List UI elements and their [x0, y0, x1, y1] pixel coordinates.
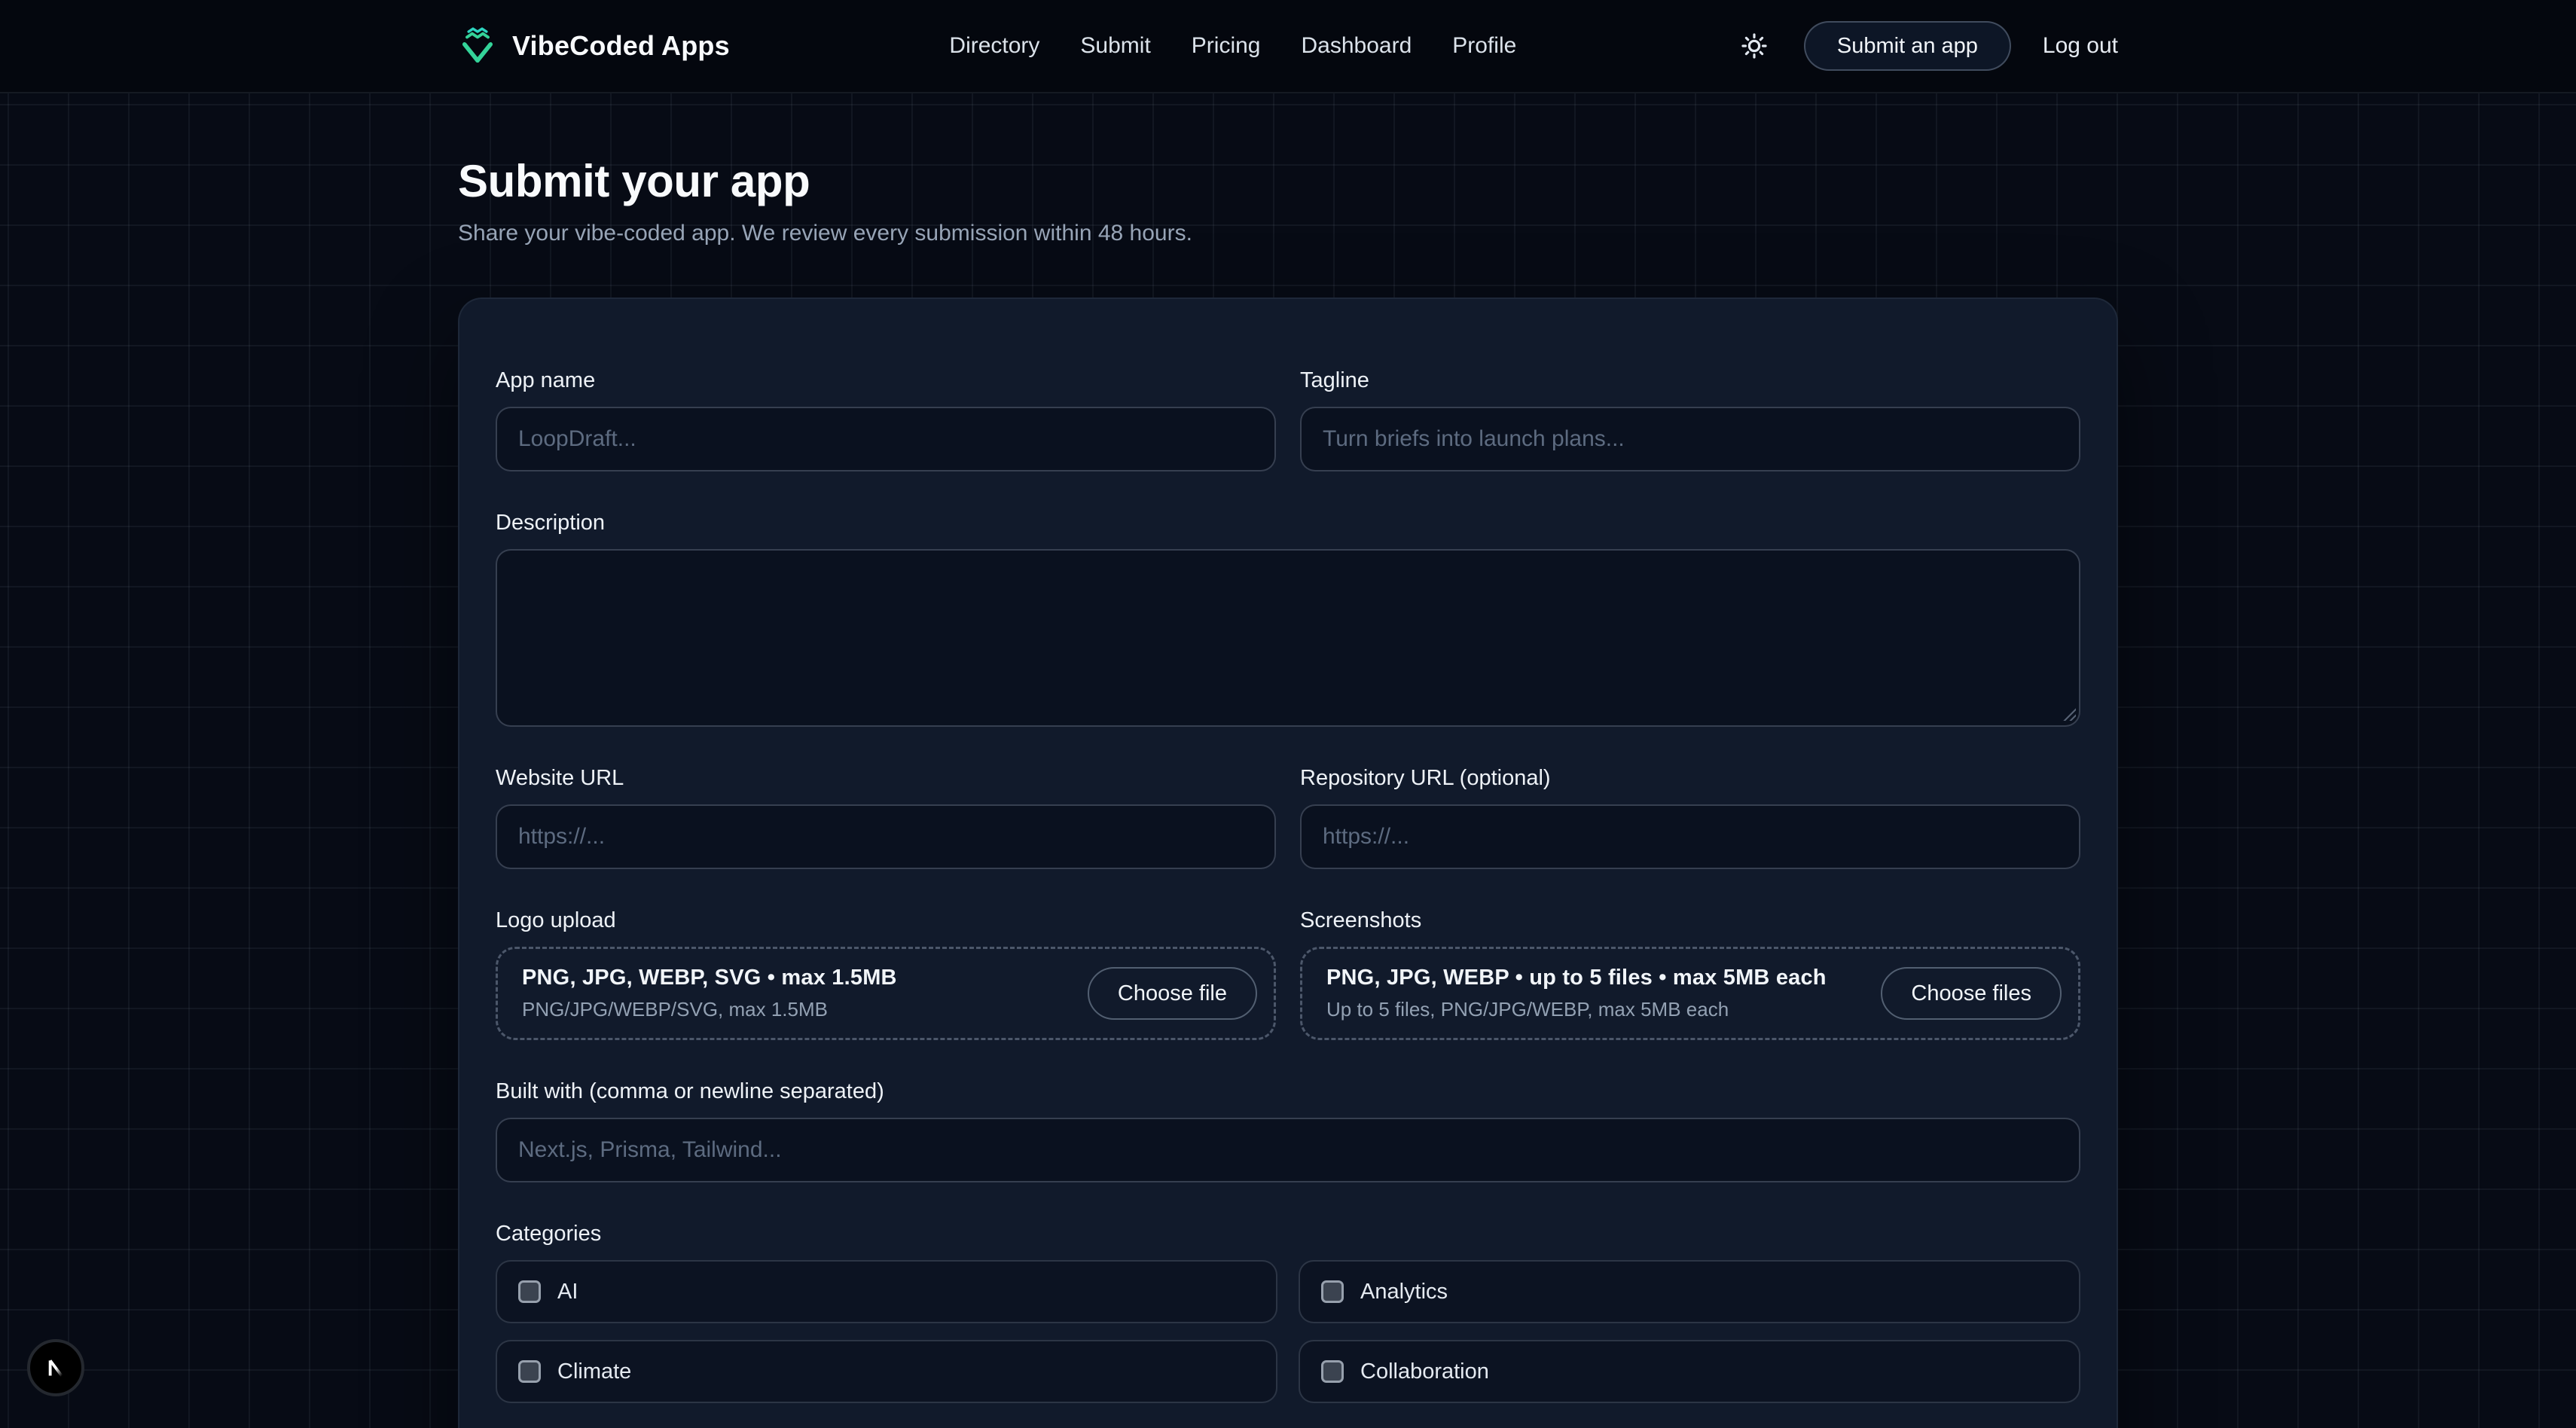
nav-link-dashboard[interactable]: Dashboard	[1302, 33, 1412, 59]
categories-label: Categories	[496, 1222, 2080, 1246]
logo-upload-dropzone[interactable]: PNG, JPG, WEBP, SVG • max 1.5MB PNG/JPG/…	[496, 947, 1276, 1040]
screenshots-dropzone[interactable]: PNG, JPG, WEBP • up to 5 files • max 5MB…	[1300, 947, 2080, 1040]
main-nav: Directory Submit Pricing Dashboard Profi…	[730, 33, 1736, 59]
description-label: Description	[496, 511, 2080, 536]
website-url-label: Website URL	[496, 766, 1276, 791]
checkbox-climate[interactable]	[518, 1360, 541, 1383]
sun-icon	[1740, 32, 1769, 60]
logo-upload-hint: PNG/JPG/WEBP/SVG, max 1.5MB	[522, 998, 897, 1021]
app-name-group: App name	[496, 368, 1276, 471]
page-subtitle: Share your vibe-coded app. We review eve…	[458, 221, 2118, 246]
logo-upload-group: Logo upload PNG, JPG, WEBP, SVG • max 1.…	[496, 908, 1276, 1040]
screenshots-group: Screenshots PNG, JPG, WEBP • up to 5 fil…	[1300, 908, 2080, 1040]
choose-files-button[interactable]: Choose files	[1881, 967, 2062, 1020]
repo-url-label: Repository URL (optional)	[1300, 766, 2080, 791]
repo-url-group: Repository URL (optional)	[1300, 766, 2080, 869]
nav-link-directory[interactable]: Directory	[949, 33, 1039, 59]
screenshots-hint: Up to 5 files, PNG/JPG/WEBP, max 5MB eac…	[1326, 998, 1827, 1021]
built-with-group: Built with (comma or newline separated)	[496, 1079, 2080, 1182]
category-label-collaboration: Collaboration	[1360, 1359, 1489, 1384]
repo-url-input[interactable]	[1300, 804, 2080, 869]
website-url-group: Website URL	[496, 766, 1276, 869]
main-content: Submit your app Share your vibe-coded ap…	[0, 155, 2576, 1428]
screenshots-formats: PNG, JPG, WEBP • up to 5 files • max 5MB…	[1326, 966, 1827, 990]
brand-name: VibeCoded Apps	[512, 30, 730, 62]
description-group: Description	[496, 511, 2080, 727]
submit-an-app-button[interactable]: Submit an app	[1804, 21, 2011, 71]
tagline-input[interactable]	[1300, 407, 2080, 471]
category-option-analytics[interactable]: Analytics	[1299, 1260, 2080, 1323]
app-name-label: App name	[496, 368, 1276, 393]
tagline-label: Tagline	[1300, 368, 2080, 393]
vibecoded-logo-icon	[458, 25, 497, 67]
nextjs-dev-badge[interactable]	[27, 1339, 84, 1396]
screenshots-label: Screenshots	[1300, 908, 2080, 933]
category-option-collaboration[interactable]: Collaboration	[1299, 1340, 2080, 1403]
category-label-analytics: Analytics	[1360, 1280, 1448, 1304]
nextjs-n-icon	[40, 1352, 72, 1384]
nav-link-pricing[interactable]: Pricing	[1192, 33, 1261, 59]
page-title: Submit your app	[458, 155, 2118, 207]
top-nav-bar: VibeCoded Apps Directory Submit Pricing …	[0, 0, 2576, 93]
built-with-input[interactable]	[496, 1118, 2080, 1182]
description-textarea[interactable]	[496, 549, 2080, 727]
built-with-label: Built with (comma or newline separated)	[496, 1079, 2080, 1104]
tagline-group: Tagline	[1300, 368, 2080, 471]
category-label-ai: AI	[557, 1280, 578, 1304]
logout-link[interactable]: Log out	[2043, 33, 2118, 59]
checkbox-analytics[interactable]	[1321, 1280, 1344, 1303]
category-option-ai[interactable]: AI	[496, 1260, 1277, 1323]
app-name-input[interactable]	[496, 407, 1276, 471]
brand[interactable]: VibeCoded Apps	[458, 25, 730, 67]
checkbox-collaboration[interactable]	[1321, 1360, 1344, 1383]
logo-upload-formats: PNG, JPG, WEBP, SVG • max 1.5MB	[522, 966, 897, 990]
nav-link-profile[interactable]: Profile	[1452, 33, 1516, 59]
categories-group: Categories AI Analytics Climate	[496, 1222, 2080, 1403]
website-url-input[interactable]	[496, 804, 1276, 869]
choose-file-button[interactable]: Choose file	[1088, 967, 1257, 1020]
logo-upload-label: Logo upload	[496, 908, 1276, 933]
category-option-climate[interactable]: Climate	[496, 1340, 1277, 1403]
nav-link-submit[interactable]: Submit	[1080, 33, 1150, 59]
category-label-climate: Climate	[557, 1359, 631, 1384]
checkbox-ai[interactable]	[518, 1280, 541, 1303]
submit-app-form-card: App name Tagline Description Website URL	[458, 298, 2118, 1428]
theme-toggle-button[interactable]	[1736, 28, 1772, 64]
